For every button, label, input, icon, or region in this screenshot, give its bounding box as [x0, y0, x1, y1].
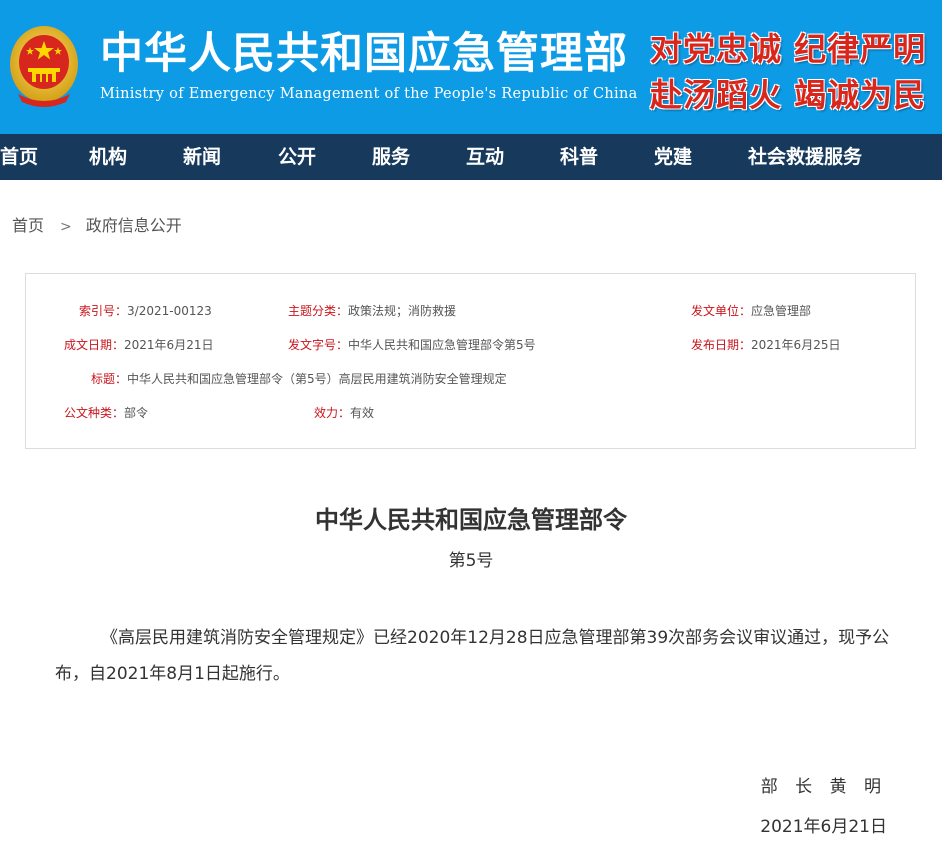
- breadcrumb: 首页 > 政府信息公开: [12, 212, 182, 236]
- nav-item-organization[interactable]: 机构: [89, 134, 127, 180]
- document-signer: 部 长 黄 明: [760, 777, 887, 797]
- breadcrumb-home[interactable]: 首页: [12, 216, 44, 235]
- breadcrumb-separator: >: [60, 219, 72, 235]
- slogan-line-2: 赴汤蹈火 竭诚为民: [650, 76, 927, 114]
- meta-created: 成文日期：2021年6月21日: [64, 336, 213, 354]
- meta-docno-label: 发文字号：: [288, 338, 349, 352]
- nav-item-science[interactable]: 科普: [560, 134, 598, 180]
- national-emblem-icon[interactable]: [8, 24, 80, 108]
- meta-validity-value: 有效: [350, 406, 375, 420]
- ministry-name-en: Ministry of Emergency Management of the …: [100, 86, 638, 102]
- document-date: 2021年6月21日: [760, 817, 887, 837]
- breadcrumb-current[interactable]: 政府信息公开: [86, 216, 182, 235]
- document-body: 《高层民用建筑消防安全管理规定》已经2020年12月28日应急管理部第39次部务…: [55, 628, 890, 684]
- meta-published: 发布日期：2021年6月25日: [691, 336, 840, 354]
- meta-index-label: 索引号：: [79, 304, 128, 318]
- nav-item-public-info[interactable]: 公开: [278, 134, 316, 180]
- nav-item-home[interactable]: 首页: [0, 134, 38, 180]
- document-title: 中华人民共和国应急管理部令: [315, 505, 627, 534]
- meta-issuer-label: 发文单位：: [691, 304, 752, 318]
- nav-item-news[interactable]: 新闻: [183, 134, 221, 180]
- ministry-name-cn[interactable]: 中华人民共和国应急管理部: [100, 26, 628, 82]
- meta-type-label: 公文种类：: [64, 406, 125, 420]
- main-nav: 首页 机构 新闻 公开 服务 互动 科普 党建 社会救援服务: [0, 134, 942, 180]
- header-banner: 中华人民共和国应急管理部 Ministry of Emergency Manag…: [0, 0, 942, 134]
- meta-created-label: 成文日期：: [64, 338, 125, 352]
- document-number: 第5号: [448, 551, 494, 571]
- meta-created-value: 2021年6月21日: [124, 338, 214, 352]
- meta-type: 公文种类：部令: [64, 404, 148, 422]
- meta-topic-value: 政策法规；消防救援: [348, 304, 457, 318]
- meta-topic: 主题分类：政策法规；消防救援: [288, 302, 456, 320]
- meta-index-value: 3/2021-00123: [127, 304, 212, 318]
- slogan-line-1: 对党忠诚 纪律严明: [650, 30, 927, 68]
- meta-docno: 发文字号：中华人民共和国应急管理部令第5号: [288, 336, 536, 354]
- meta-title-label: 标题：: [91, 372, 128, 386]
- nav-item-party[interactable]: 党建: [654, 134, 692, 180]
- meta-topic-label: 主题分类：: [288, 304, 349, 318]
- meta-published-value: 2021年6月25日: [751, 338, 841, 352]
- nav-item-social-rescue[interactable]: 社会救援服务: [748, 134, 862, 180]
- document-metadata-box: 索引号：3/2021-00123 主题分类：政策法规；消防救援 发文单位：应急管…: [25, 273, 916, 449]
- meta-validity-label: 效力：: [314, 406, 351, 420]
- meta-issuer-value: 应急管理部: [751, 304, 812, 318]
- meta-issuer: 发文单位：应急管理部: [691, 302, 811, 320]
- nav-item-services[interactable]: 服务: [372, 134, 410, 180]
- meta-validity: 效力：有效: [314, 404, 374, 422]
- meta-type-value: 部令: [124, 406, 149, 420]
- meta-docno-value: 中华人民共和国应急管理部令第5号: [348, 338, 536, 352]
- meta-published-label: 发布日期：: [691, 338, 752, 352]
- nav-item-interaction[interactable]: 互动: [466, 134, 504, 180]
- meta-title-value: 中华人民共和国应急管理部令（第5号）高层民用建筑消防安全管理规定: [127, 372, 507, 386]
- meta-title: 标题：中华人民共和国应急管理部令（第5号）高层民用建筑消防安全管理规定: [91, 370, 507, 388]
- meta-index: 索引号：3/2021-00123: [79, 302, 212, 320]
